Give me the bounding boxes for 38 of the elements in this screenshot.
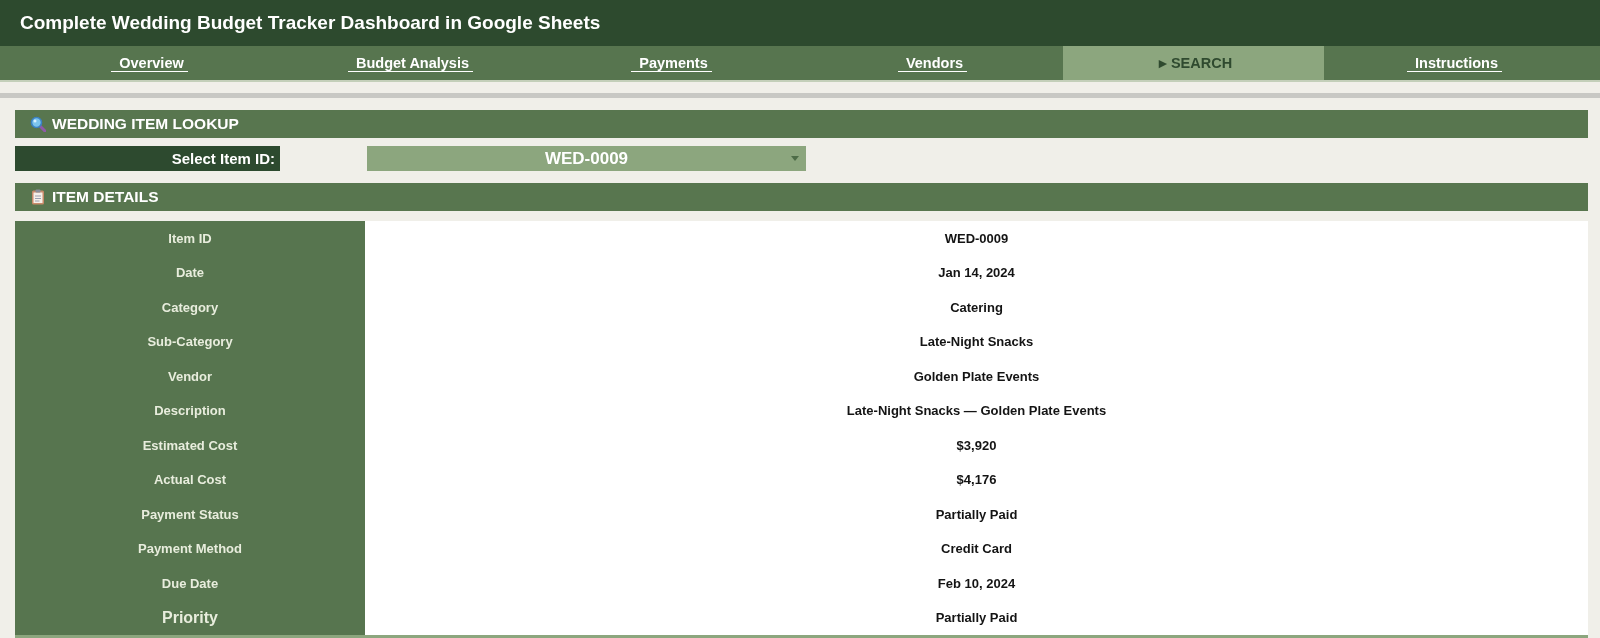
field-label-cell: Sub-Category: [15, 324, 365, 359]
nav-tab[interactable]: Instructions: [1324, 46, 1585, 80]
search-icon: [30, 116, 46, 132]
field-label-cell: Actual Cost: [15, 462, 365, 497]
clipboard-icon: [30, 189, 46, 205]
field-value-cell: $3,920: [365, 428, 1588, 463]
nav-tab[interactable]: Budget Analysis: [280, 46, 541, 80]
field-value-cell: Golden Plate Events: [365, 359, 1588, 394]
nav-tab[interactable]: Overview: [19, 46, 280, 80]
field-label-cell: Priority: [15, 600, 365, 635]
field-label-cell: Description: [15, 393, 365, 428]
nav-tab[interactable]: Payments: [541, 46, 802, 80]
field-value-cell: Credit Card: [365, 531, 1588, 566]
select-label: Select Item ID:: [15, 146, 280, 171]
item-id-dropdown[interactable]: WED-0009: [367, 146, 806, 171]
field-label-cell: Due Date: [15, 566, 365, 601]
field-value-cell: Jan 14, 2024: [365, 255, 1588, 290]
section-title: ITEM DETAILS: [52, 188, 159, 206]
caret-icon: [791, 156, 799, 161]
field-value-cell: Late-Night Snacks — Golden Plate Events: [365, 393, 1588, 428]
field-label-cell: Payment Method: [15, 531, 365, 566]
field-label-cell: Vendor: [15, 359, 365, 394]
field-value-cell: $4,176: [365, 462, 1588, 497]
field-value-cell: Partially Paid: [365, 497, 1588, 532]
field-value-cell: Feb 10, 2024: [365, 566, 1588, 601]
nav-tab[interactable]: ▸ SEARCH: [1063, 46, 1324, 80]
window-title: Complete Wedding Budget Tracker Dashboard in Google Sheets: [20, 12, 601, 34]
field-label-cell: Date: [15, 255, 365, 290]
field-value-cell: Late-Night Snacks: [365, 324, 1588, 359]
field-value-cell: WED-0009: [365, 221, 1588, 256]
field-value-cell: Catering: [365, 290, 1588, 325]
nav-tab[interactable]: Vendors: [802, 46, 1063, 80]
field-label-cell: Estimated Cost: [15, 428, 365, 463]
field-label-cell: Category: [15, 290, 365, 325]
field-label-cell: Item ID: [15, 221, 365, 256]
section-title: WEDDING ITEM LOOKUP: [52, 115, 239, 133]
field-value-cell: Partially Paid: [365, 600, 1588, 635]
field-label-cell: Payment Status: [15, 497, 365, 532]
